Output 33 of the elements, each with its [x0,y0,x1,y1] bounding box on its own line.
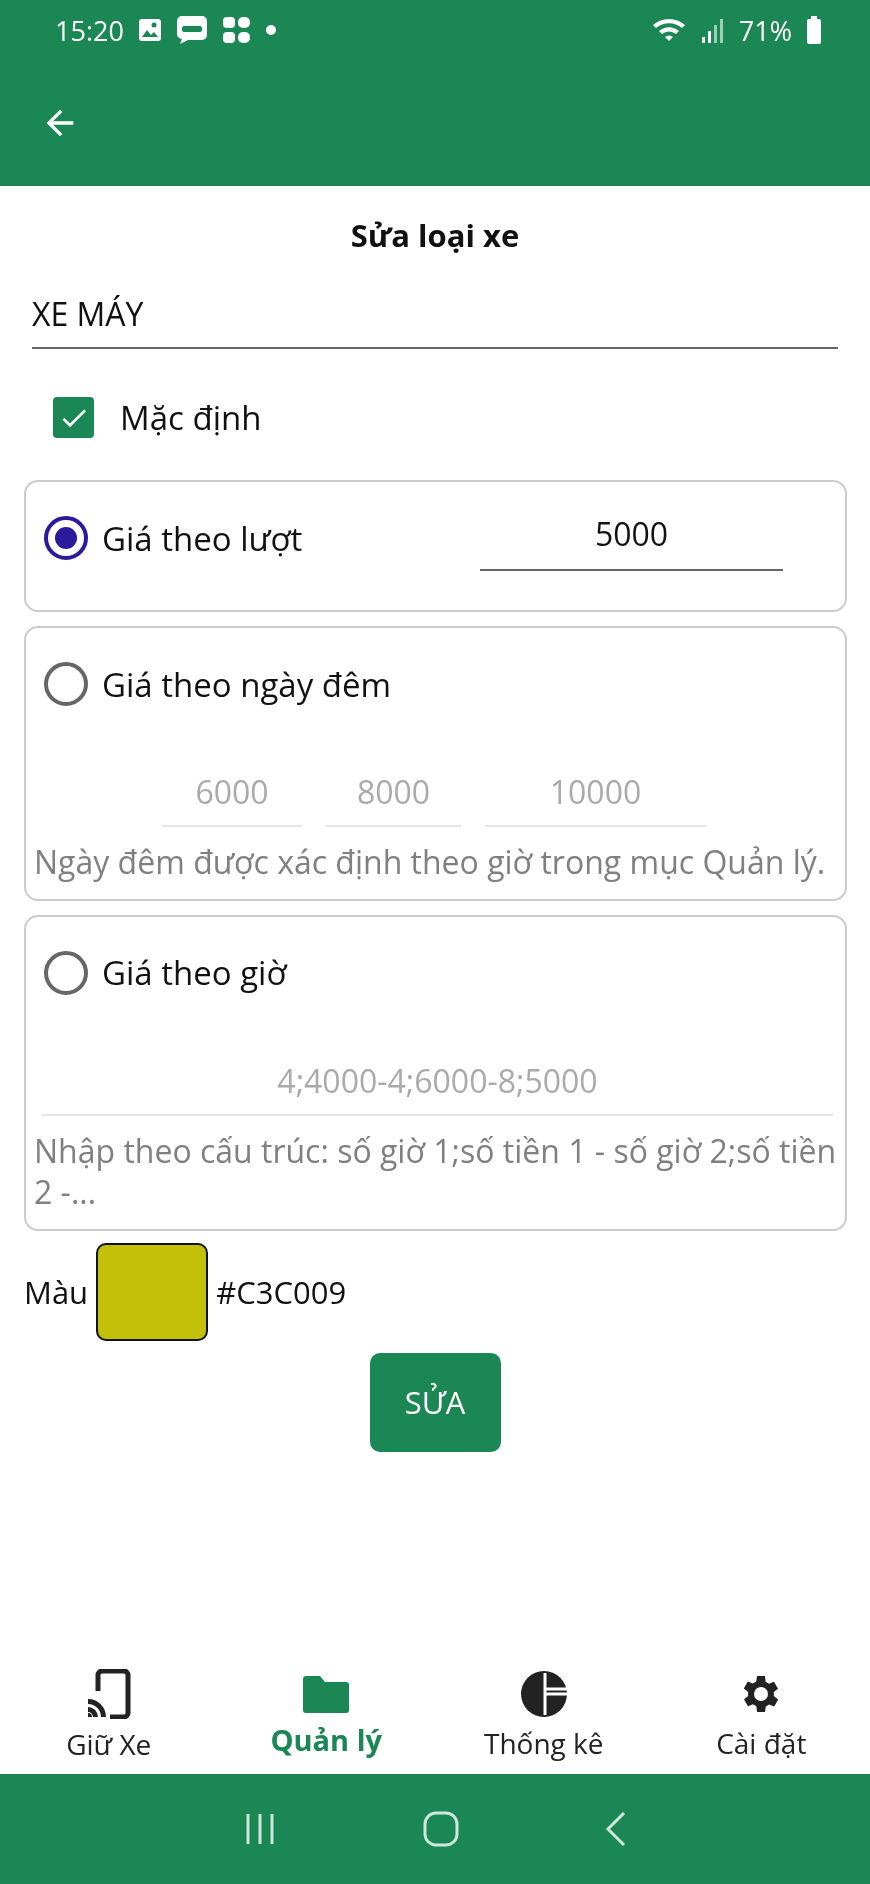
notification-dot-icon [265,25,276,35]
radio-button[interactable] [44,516,88,560]
color-swatch[interactable] [96,1242,209,1341]
pie-chart-icon [519,1670,568,1718]
radio-button[interactable] [44,950,88,995]
image-icon [137,18,162,42]
nav-tab[interactable]: Cài đặt [652,1658,870,1774]
color-code: #C3C009 [216,1270,347,1313]
checkbox[interactable] [53,397,94,438]
nav-tab[interactable]: Giữ Xe [0,1658,218,1774]
submit-button[interactable]: SỬA [369,1352,501,1452]
color-label: Màu [24,1270,89,1313]
price-field[interactable]: 5000 [480,505,783,571]
name-field[interactable]: XE MÁY [32,286,838,349]
nav-tab[interactable]: Thống kê [435,1658,653,1774]
radio-button[interactable] [44,662,88,706]
hint-text: Ngày đêm được xác định theo giờ trong mục Quản lý. [33,839,827,883]
battery-icon [806,16,822,44]
clock: 15:20 [55,11,124,49]
hint-text: Nhập theo cấu trúc: số giờ 1;số tiền 1 - số giờ 2;số tiền 2 -... [33,1127,838,1213]
battery-percent: 71% [738,11,792,49]
chat-app-icon [175,15,208,45]
option-label: Giá theo ngày đêm [102,661,392,707]
option-label: Giá theo lượt [102,515,303,561]
phone-cast-icon [85,1669,132,1719]
folder-icon [302,1673,351,1714]
option-label: Giá theo giờ [102,950,287,996]
checkbox-label: Mặc định [120,395,262,440]
signal-icon [700,17,725,43]
home-icon[interactable] [422,1810,460,1848]
page-title: Sửa loại xe [349,214,521,256]
back-icon[interactable] [604,1810,628,1848]
nav-tab[interactable]: Quản lý [217,1658,435,1774]
